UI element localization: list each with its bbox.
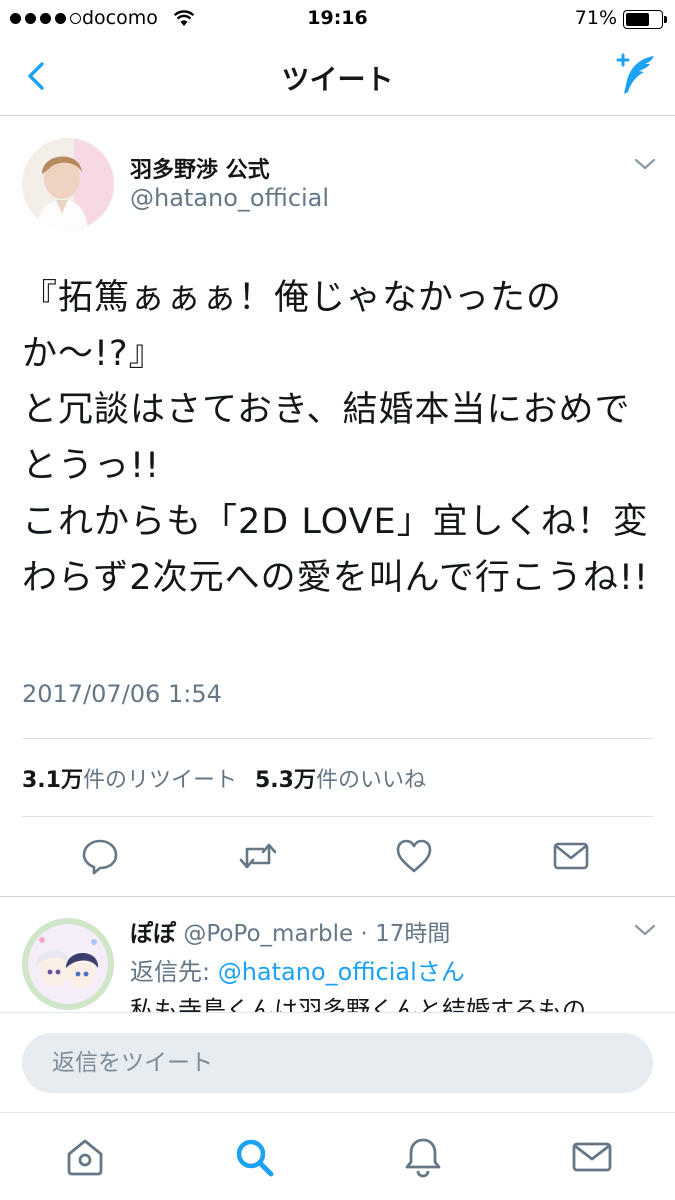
tweet-text: 『拓篤ぁぁぁ！俺じゃなかったのか〜!?』 と冗談はさておき、結婚本当におめでとう…: [22, 278, 649, 598]
chevron-down-icon[interactable]: [633, 156, 657, 172]
like-count[interactable]: 5.3万件のいいね: [255, 762, 426, 794]
divider: [22, 816, 653, 817]
reply-text: 私も寺島くんは羽多野くんと結婚するもの: [130, 996, 586, 1012]
retweet-count[interactable]: 3.1万件のリツイート: [22, 762, 237, 794]
reply-header: ぽぽ @PoPo_marble · 17時間: [130, 914, 450, 948]
home-icon[interactable]: [63, 1135, 107, 1179]
heart-icon[interactable]: [394, 836, 434, 876]
reply-time: · 17時間: [360, 921, 451, 947]
reply-author-avatar[interactable]: [22, 918, 114, 1010]
reply-author-name[interactable]: ぽぽ: [130, 921, 176, 947]
author-photo: [22, 138, 114, 230]
divider: [0, 896, 675, 897]
reply-author-handle[interactable]: @PoPo_marble: [183, 921, 353, 947]
battery-fill: [626, 13, 649, 26]
battery-percent: 71%: [574, 7, 617, 29]
engagement-counts: 3.1万件のリツイート 5.3万件のいいね: [22, 762, 426, 794]
author-avatar[interactable]: [22, 138, 114, 230]
page-title: ツイート: [281, 63, 394, 96]
reply-avatar-illustration: [22, 918, 114, 1010]
author-handle[interactable]: @hatano_official: [130, 184, 329, 212]
reply-composer: [0, 1012, 675, 1112]
navigation-bar: ツイート: [0, 38, 675, 116]
bell-icon[interactable]: [401, 1135, 445, 1179]
retweet-icon[interactable]: [238, 836, 278, 876]
clock: 19:16: [307, 7, 368, 29]
battery-icon: [623, 10, 667, 29]
compose-tweet-icon[interactable]: [611, 52, 657, 98]
tab-bar: [0, 1112, 675, 1200]
reply-to-prefix: 返信先:: [130, 958, 218, 986]
reply-input[interactable]: [22, 1033, 653, 1093]
status-bar: docomo 19:16 71%: [0, 0, 675, 38]
divider: [22, 738, 653, 739]
tweet-timestamp[interactable]: 2017/07/06 1:54: [22, 680, 222, 708]
reply-to-line: 返信先: @hatano_officialさん: [130, 952, 465, 987]
chevron-down-icon[interactable]: [633, 922, 657, 938]
envelope-icon[interactable]: [551, 836, 591, 876]
author-name[interactable]: 羽多野渉 公式: [130, 152, 270, 184]
reply-to-mention[interactable]: @hatano_officialさん: [218, 958, 465, 986]
search-icon[interactable]: [232, 1135, 276, 1179]
envelope-icon[interactable]: [570, 1135, 614, 1179]
reply-icon[interactable]: [80, 836, 120, 876]
tweet-actions: [0, 836, 675, 880]
